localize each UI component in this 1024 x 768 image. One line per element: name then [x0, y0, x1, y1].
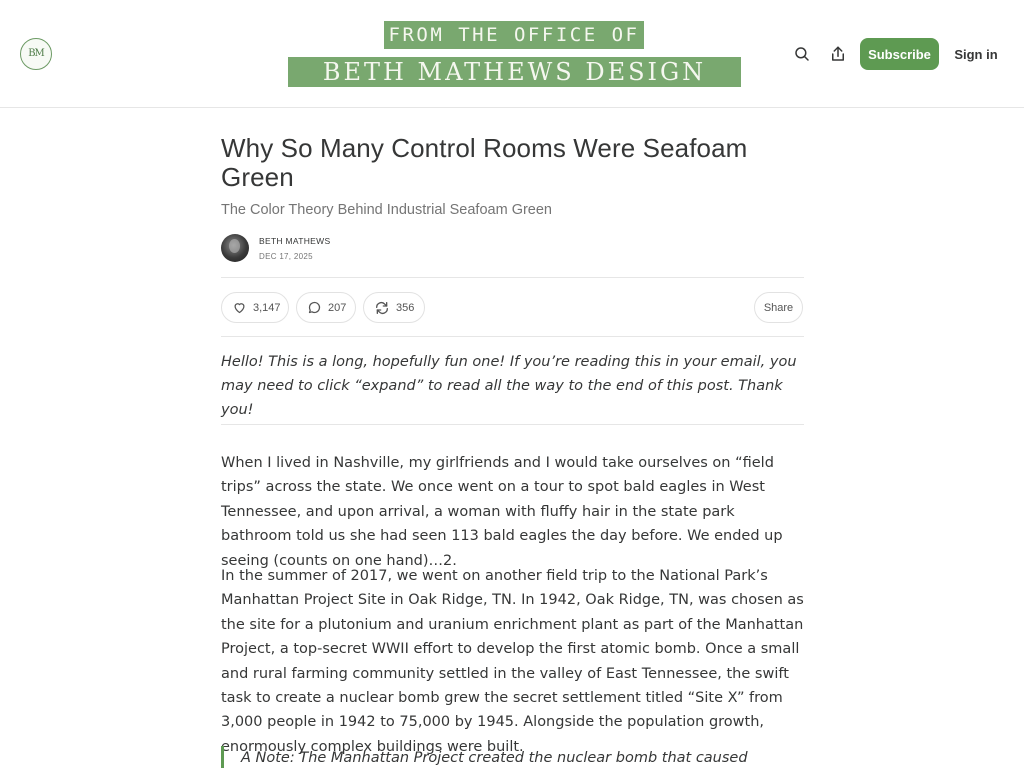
- body-paragraph: When I lived in Nashville, my girlfriend…: [221, 455, 783, 569]
- banner-bottom[interactable]: BETH MATHEWS DESIGN: [288, 57, 741, 87]
- banner-top-text: FROM THE OFFICE OF: [388, 24, 640, 46]
- subscribe-button[interactable]: Subscribe: [860, 38, 939, 70]
- divider: [221, 336, 804, 337]
- post-subtitle: The Color Theory Behind Industrial Seafo…: [221, 202, 552, 218]
- post-title: Why So Many Control Rooms Were Seafoam G…: [221, 133, 748, 192]
- intro-note: Hello! This is a long, hopefully fun one…: [221, 354, 797, 418]
- search-button[interactable]: [792, 44, 812, 64]
- restack-count: 356: [396, 301, 415, 314]
- like-count: 3,147: [253, 301, 281, 314]
- blockquote: A Note: The Manhattan Project created th…: [221, 746, 804, 768]
- comment-button[interactable]: 207: [296, 292, 356, 323]
- share-icon: [832, 46, 844, 61]
- comment-icon: [308, 301, 321, 314]
- author-avatar[interactable]: [221, 234, 249, 262]
- share-button[interactable]: [828, 44, 848, 64]
- body-paragraph: In the summer of 2017, we went on anothe…: [221, 568, 804, 755]
- blockquote-text: A Note: The Manhattan Project created th…: [241, 750, 748, 766]
- site-header: BM FROM THE OFFICE OF BETH MATHEWS DESIG…: [0, 0, 1024, 108]
- author-name[interactable]: BETH MATHEWS: [259, 236, 330, 246]
- divider: [221, 277, 804, 278]
- banner-bottom-text: BETH MATHEWS DESIGN: [322, 58, 707, 86]
- search-icon: [795, 47, 809, 61]
- heart-icon: [234, 303, 245, 314]
- site-logo[interactable]: BM: [20, 38, 52, 70]
- sign-in-button[interactable]: Sign in: [950, 38, 1002, 70]
- banner-top[interactable]: FROM THE OFFICE OF: [384, 21, 644, 49]
- share-post-button[interactable]: Share: [754, 292, 803, 323]
- post-date: DEC 17, 2025: [259, 252, 313, 261]
- comment-count: 207: [328, 301, 347, 314]
- logo-text: BM: [28, 48, 45, 59]
- restack-icon: [376, 301, 388, 314]
- like-button[interactable]: 3,147: [221, 292, 289, 323]
- divider: [221, 424, 804, 425]
- restack-button[interactable]: 356: [363, 292, 425, 323]
- share-post-label: Share: [763, 301, 794, 314]
